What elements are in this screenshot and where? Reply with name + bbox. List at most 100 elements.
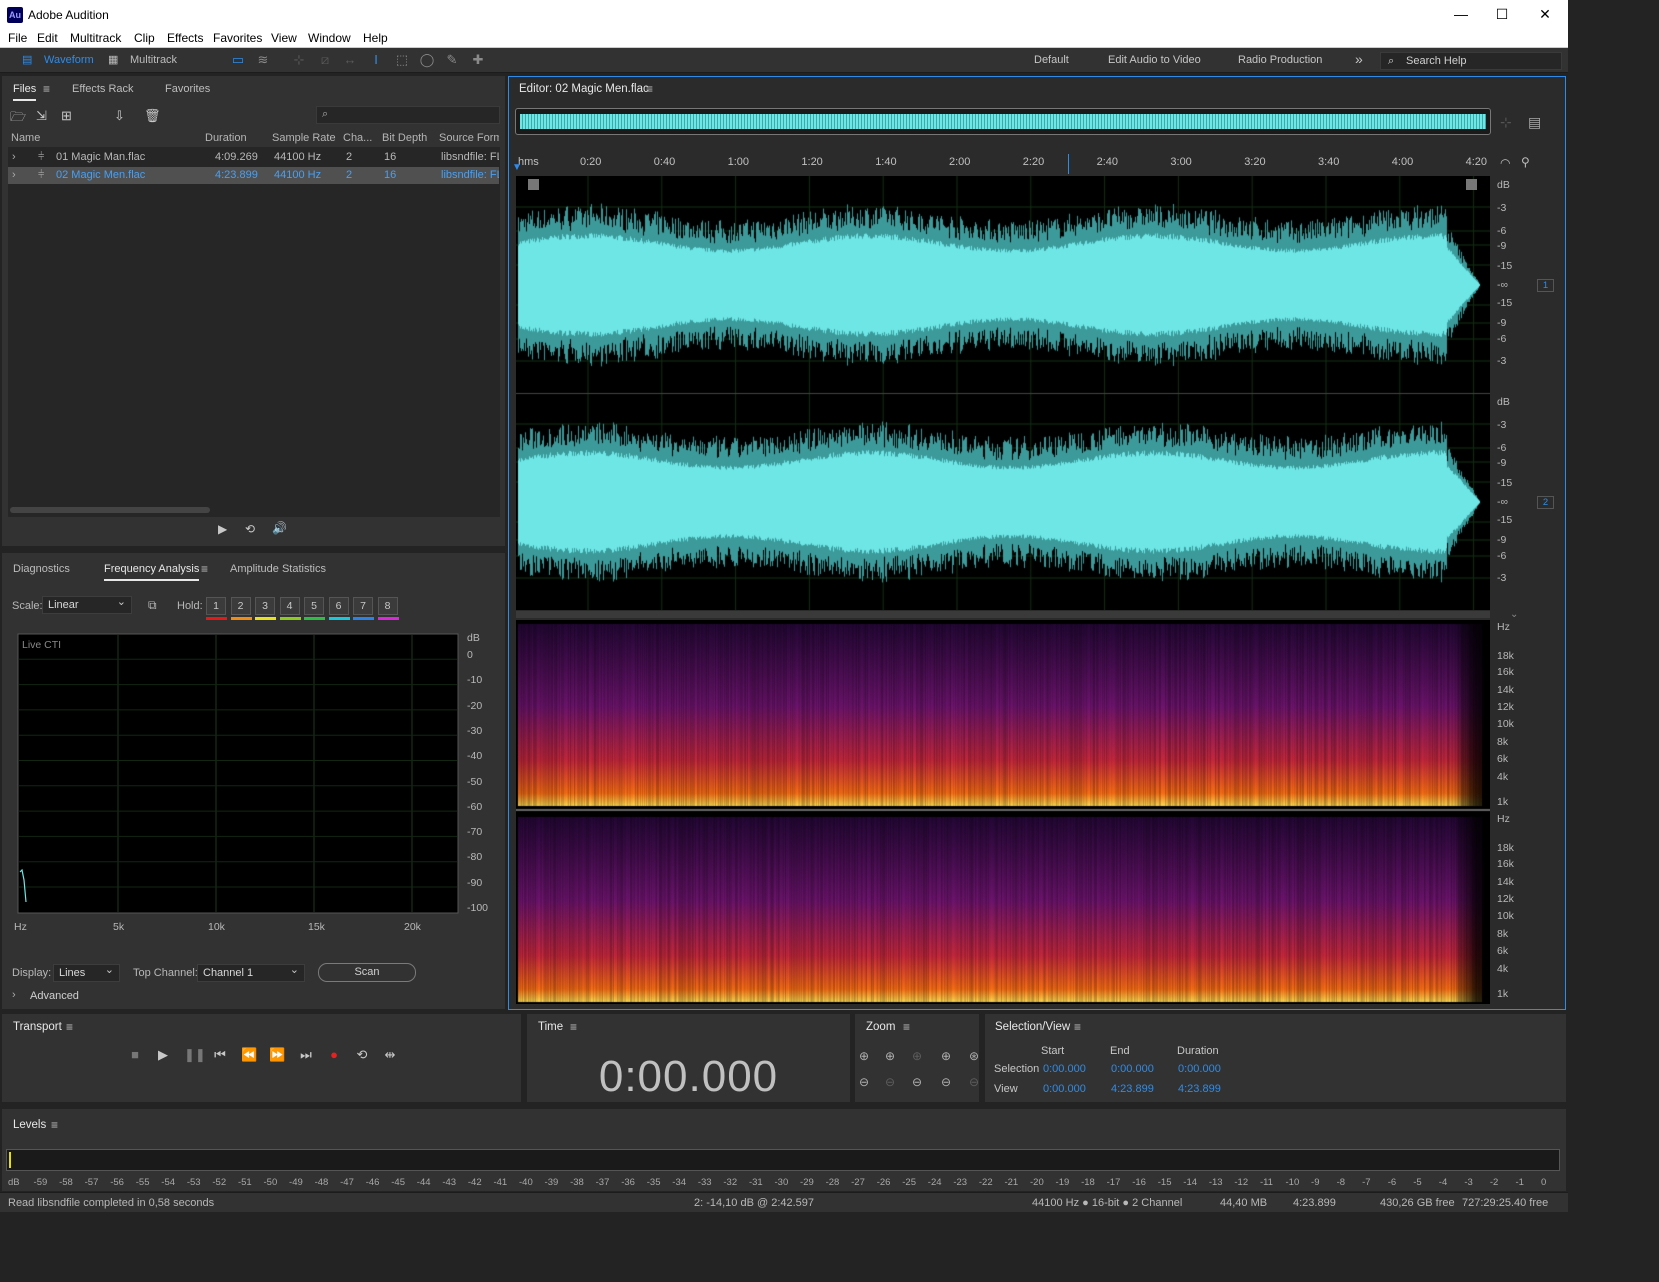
fade-out-handle-icon[interactable] bbox=[1466, 179, 1477, 190]
display-dropdown[interactable]: Lines bbox=[53, 962, 120, 982]
files-search-input[interactable]: ⌕ bbox=[316, 106, 500, 124]
zoom-out-selection-icon[interactable]: ⊖ bbox=[882, 1074, 898, 1090]
top-channel-dropdown[interactable]: Channel 1 bbox=[197, 962, 305, 982]
view-options-icon[interactable]: ▤ bbox=[1528, 114, 1541, 131]
scan-button[interactable]: Scan bbox=[318, 963, 416, 982]
col-sample-rate[interactable]: Sample Rate bbox=[272, 132, 336, 144]
rewind-icon[interactable]: ⏪ bbox=[241, 1047, 257, 1063]
lasso-tool-icon[interactable]: ◯ bbox=[418, 52, 436, 68]
new-file-icon[interactable]: ⊞ bbox=[61, 108, 79, 123]
selection-start[interactable]: 0:00.000 bbox=[1043, 1063, 1086, 1075]
zoom-out-full-icon[interactable]: ⊖ bbox=[938, 1074, 954, 1090]
tab-amplitude-statistics[interactable]: Amplitude Statistics bbox=[230, 563, 326, 575]
fast-forward-icon[interactable]: ⏩ bbox=[269, 1047, 285, 1063]
channel-1-badge[interactable]: 1 bbox=[1537, 279, 1554, 292]
brush-tool-icon[interactable]: ✎ bbox=[443, 52, 461, 68]
headphones-icon[interactable]: ◠ bbox=[1500, 156, 1510, 170]
col-duration[interactable]: Duration bbox=[205, 132, 247, 144]
import-file-icon[interactable]: ⇲ bbox=[36, 108, 54, 123]
razor-tool-icon[interactable]: ⧄ bbox=[316, 52, 334, 68]
hold-slot-3[interactable]: 3 bbox=[255, 597, 275, 615]
fade-in-handle-icon[interactable] bbox=[528, 179, 539, 190]
move-tool-icon[interactable]: ⊹ bbox=[290, 52, 308, 68]
view-divider-handle[interactable] bbox=[516, 611, 1490, 618]
file-list-scrollbar[interactable] bbox=[10, 507, 210, 513]
insert-into-multitrack-icon[interactable]: ⇩ bbox=[114, 108, 132, 123]
hold-slot-5[interactable]: 5 bbox=[304, 597, 324, 615]
delete-icon[interactable]: 🗑 bbox=[144, 108, 162, 123]
hold-slot-1[interactable]: 1 bbox=[206, 597, 226, 615]
zoom-to-selection-icon[interactable]: ⊕ bbox=[882, 1048, 898, 1064]
selection-end[interactable]: 0:00.000 bbox=[1111, 1063, 1154, 1075]
menu-multitrack[interactable]: Multitrack bbox=[70, 31, 121, 45]
spot-healing-icon[interactable]: ✚ bbox=[469, 52, 487, 68]
col-channels[interactable]: Cha... bbox=[343, 132, 372, 144]
zoom-in-amplitude-icon[interactable]: ⊕ bbox=[856, 1048, 872, 1064]
scale-dropdown[interactable]: Linear bbox=[42, 594, 132, 614]
loop-preview-icon[interactable]: ⟲ bbox=[245, 522, 255, 536]
zoom-out-time-icon[interactable]: ⊖ bbox=[966, 1074, 982, 1090]
zoom-reset-icon[interactable]: ⊛ bbox=[966, 1048, 982, 1064]
table-row[interactable]: › ⫩ 02 Magic Men.flac 4:23.899 44100 Hz … bbox=[8, 167, 499, 184]
workspace-default[interactable]: Default bbox=[1034, 54, 1069, 66]
slip-tool-icon[interactable]: ↔ bbox=[341, 52, 359, 68]
zoom-in-left-icon[interactable]: ⊕ bbox=[909, 1048, 925, 1064]
channel-2-badge[interactable]: 2 bbox=[1537, 496, 1554, 509]
hold-slot-8[interactable]: 8 bbox=[377, 597, 398, 615]
skip-selection-icon[interactable]: ⇹ bbox=[382, 1047, 398, 1063]
menu-view[interactable]: View bbox=[271, 31, 297, 45]
waveform-mode-button[interactable]: ▤ Waveform bbox=[22, 51, 94, 70]
zoom-out-left-icon[interactable]: ⊖ bbox=[909, 1074, 925, 1090]
time-menu-icon[interactable]: ≡ bbox=[570, 1020, 577, 1034]
tab-frequency-analysis[interactable]: Frequency Analysis bbox=[104, 563, 200, 581]
table-row[interactable]: › ⫩ 01 Magic Man.flac 4:09.269 44100 Hz … bbox=[8, 149, 499, 166]
time-selection-tool-icon[interactable]: I bbox=[367, 52, 385, 68]
hold-slot-6[interactable]: 6 bbox=[328, 597, 349, 615]
pause-icon[interactable]: ❚❚ bbox=[184, 1047, 206, 1063]
expand-icon[interactable]: › bbox=[12, 151, 16, 163]
menu-clip[interactable]: Clip bbox=[134, 31, 155, 45]
show-waveform-icon[interactable]: ▭ bbox=[229, 52, 247, 68]
search-help-input[interactable]: ⌕ Search Help bbox=[1380, 52, 1562, 70]
menu-favorites[interactable]: Favorites bbox=[213, 31, 262, 45]
playhead-icon[interactable]: ▼ bbox=[512, 162, 522, 173]
loop-icon[interactable]: ⟲ bbox=[354, 1047, 370, 1063]
tab-diagnostics[interactable]: Diagnostics bbox=[13, 563, 70, 575]
files-menu-icon[interactable]: ≡ bbox=[43, 82, 50, 96]
col-name[interactable]: Name bbox=[11, 132, 40, 144]
workspace-radio-production[interactable]: Radio Production bbox=[1238, 54, 1322, 66]
hold-slot-2[interactable]: 2 bbox=[230, 597, 251, 615]
play-preview-icon[interactable]: ▶ bbox=[218, 522, 227, 536]
menu-effects[interactable]: Effects bbox=[167, 31, 203, 45]
maximize-icon[interactable]: ☐ bbox=[1479, 0, 1525, 29]
expand-icon[interactable]: › bbox=[12, 169, 16, 181]
zoom-in-time-icon[interactable]: ⊕ bbox=[938, 1048, 954, 1064]
selection-duration[interactable]: 0:00.000 bbox=[1178, 1063, 1221, 1075]
previous-icon[interactable]: ⏮ bbox=[212, 1047, 228, 1063]
minimize-icon[interactable]: — bbox=[1438, 0, 1484, 29]
hold-slot-7[interactable]: 7 bbox=[353, 597, 373, 615]
menu-window[interactable]: Window bbox=[308, 31, 351, 45]
collapse-spectral-icon[interactable]: ⌄ bbox=[1510, 609, 1518, 620]
advanced-label[interactable]: Advanced bbox=[30, 990, 79, 1002]
more-workspaces-icon[interactable]: » bbox=[1355, 51, 1363, 67]
stop-icon[interactable]: ■ bbox=[127, 1047, 143, 1063]
col-source-format[interactable]: Source Form... bbox=[439, 132, 499, 144]
menu-edit[interactable]: Edit bbox=[37, 31, 58, 45]
close-icon[interactable]: ✕ bbox=[1522, 0, 1568, 29]
view-duration[interactable]: 4:23.899 bbox=[1178, 1083, 1221, 1095]
col-bit-depth[interactable]: Bit Depth bbox=[382, 132, 427, 144]
advanced-expand-icon[interactable]: › bbox=[12, 989, 16, 1001]
tab-favorites[interactable]: Favorites bbox=[165, 83, 210, 95]
spectral-display[interactable] bbox=[516, 620, 1490, 1004]
editor-menu-icon[interactable]: ≡ bbox=[646, 82, 653, 96]
marker-pin-icon[interactable]: ⚲ bbox=[1521, 155, 1530, 169]
multitrack-mode-button[interactable]: ▦ Multitrack bbox=[108, 51, 177, 70]
overview-navigator[interactable] bbox=[515, 108, 1491, 135]
auto-play-icon[interactable]: 🔊 bbox=[272, 521, 287, 535]
view-start[interactable]: 0:00.000 bbox=[1043, 1083, 1086, 1095]
next-icon[interactable]: ⏭ bbox=[298, 1047, 314, 1063]
workspace-edit-audio-to-video[interactable]: Edit Audio to Video bbox=[1108, 54, 1201, 66]
tab-files[interactable]: Files bbox=[13, 83, 37, 101]
record-icon[interactable]: ● bbox=[326, 1047, 342, 1063]
